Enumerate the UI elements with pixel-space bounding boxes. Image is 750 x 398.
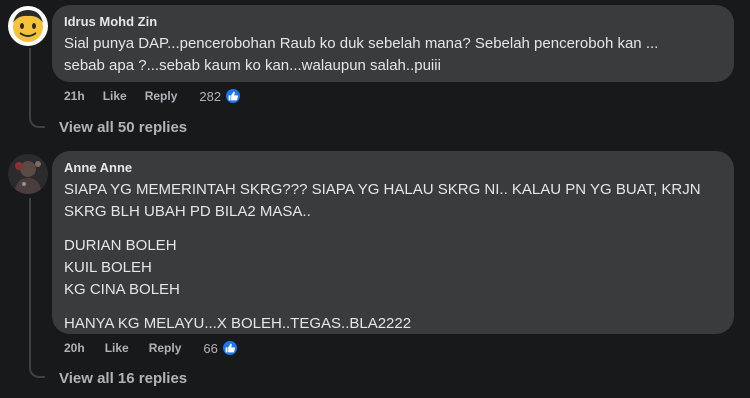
comment-author[interactable]: Idrus Mohd Zin xyxy=(64,13,722,31)
comment-text-line: SIAPA YG MEMERINTAH SKRG??? SIAPA YG HAL… xyxy=(64,181,701,198)
comment-timestamp[interactable]: 20h xyxy=(64,341,85,355)
like-button[interactable]: Like xyxy=(103,89,127,103)
thread-connector xyxy=(29,366,45,378)
thread-line xyxy=(29,198,31,366)
comment-actions: 20h Like Reply 66 xyxy=(64,339,239,357)
comment-text-line: sebab apa ?...sebab kaum ko kan...walaup… xyxy=(64,57,441,74)
reaction-summary[interactable]: 66 xyxy=(203,339,239,357)
like-thumb-icon xyxy=(224,87,243,105)
thread-connector xyxy=(29,116,45,128)
comment-bubble: Idrus Mohd Zin Sial punya DAP...pencerob… xyxy=(52,5,734,82)
reaction-count: 66 xyxy=(203,340,218,356)
comment-actions: 21h Like Reply 282 xyxy=(64,87,243,105)
view-replies-link[interactable]: View all 16 replies xyxy=(59,370,187,387)
comment-bubble: Anne Anne SIAPA YG MEMERINTAH SKRG??? SI… xyxy=(52,151,734,334)
reply-button[interactable]: Reply xyxy=(149,341,182,355)
avatar[interactable] xyxy=(8,154,48,194)
comment-timestamp[interactable]: 21h xyxy=(64,89,85,103)
reaction-summary[interactable]: 282 xyxy=(199,87,243,105)
reply-button[interactable]: Reply xyxy=(145,89,178,103)
comment-text-line: KG CINA BOLEH xyxy=(64,281,180,298)
comment-text-line: Sial punya DAP...pencerobohan Raub ko du… xyxy=(64,35,659,52)
reaction-count: 282 xyxy=(199,88,222,104)
view-replies-link[interactable]: View all 50 replies xyxy=(59,119,187,136)
comment-text-line: KUIL BOLEH xyxy=(64,259,152,276)
avatar[interactable] xyxy=(8,6,48,46)
thread-line xyxy=(29,48,31,116)
like-thumb-icon xyxy=(220,339,239,357)
like-button[interactable]: Like xyxy=(105,341,129,355)
comment-text-line: HANYA KG MELAYU...X BOLEH..TEGAS..BLA222… xyxy=(64,315,412,332)
avatar-photo-image xyxy=(8,154,48,194)
comment-text-line: SKRG BLH UBAH PD BILA2 MASA.. xyxy=(64,203,311,220)
avatar-emoji-image xyxy=(8,6,48,46)
comment-text-line: DURIAN BOLEH xyxy=(64,237,177,254)
comment-author[interactable]: Anne Anne xyxy=(64,159,722,177)
